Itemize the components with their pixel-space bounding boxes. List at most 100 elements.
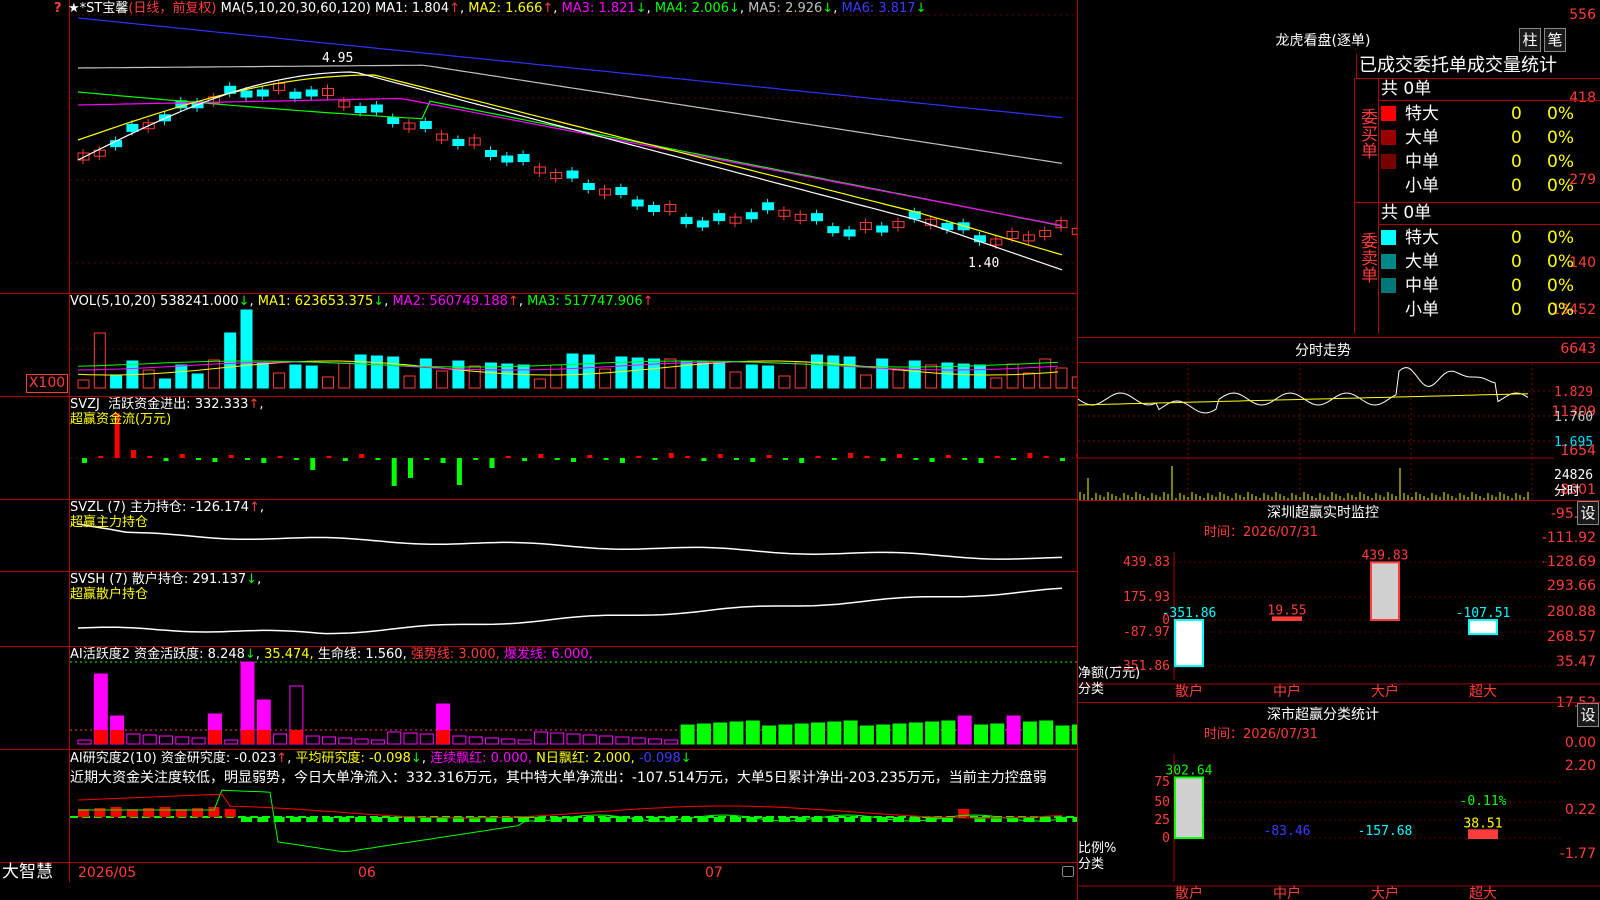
activity-bar xyxy=(811,722,825,745)
activity-bar xyxy=(387,731,402,745)
activity-red-base xyxy=(94,730,108,744)
sell-l-count: 0 xyxy=(1511,252,1522,272)
sell-m-pct: 0% xyxy=(1547,276,1574,296)
volume-bar xyxy=(142,369,155,389)
activity-bar xyxy=(501,738,516,745)
activity-bar xyxy=(159,735,173,745)
dt-sub-line xyxy=(1378,100,1600,101)
buy-xl-count: 0 xyxy=(1511,104,1522,124)
buy-m-swatch xyxy=(1381,154,1396,169)
volume-bar xyxy=(794,361,807,389)
activity-bar xyxy=(533,731,548,745)
sz-monitor-time-label: 时间： xyxy=(1204,525,1244,540)
volume-bar xyxy=(419,358,432,389)
sell-xl-count: 0 xyxy=(1511,228,1522,248)
research-bar xyxy=(355,817,367,822)
research-bar xyxy=(404,817,415,822)
candle-body xyxy=(501,155,514,163)
buy-row-s: 小单 0 0% xyxy=(1381,174,1600,198)
volume-bar xyxy=(876,358,889,389)
intraday-chart[interactable] xyxy=(1078,363,1600,500)
activity-bar xyxy=(485,737,499,745)
volume-bar xyxy=(990,377,1003,389)
life-label: 生命线: xyxy=(317,647,362,662)
activity-bar xyxy=(892,723,907,745)
research-bar xyxy=(860,817,872,822)
ma4-value: 2.006 xyxy=(691,1,729,16)
activity-bar xyxy=(941,720,956,745)
research-bar xyxy=(273,817,285,822)
activity-bar xyxy=(582,734,597,745)
intraday-vol-label: 24826 xyxy=(1554,468,1594,483)
lock-icon[interactable] xyxy=(1062,866,1074,877)
sell-l-swatch xyxy=(1381,254,1396,269)
volume-bar xyxy=(599,368,612,389)
svzj-title: SVZJ xyxy=(70,397,100,412)
chart-bar-中户 xyxy=(1272,837,1302,856)
svzj-bar xyxy=(179,454,185,458)
sz-category-time: 时间：2026/07/31 xyxy=(1204,727,1318,742)
sell-xl-name: 特大 xyxy=(1405,228,1439,248)
dt-v-line2 xyxy=(1378,78,1379,334)
ma2-arrow: ↑ xyxy=(542,1,554,16)
candle-body xyxy=(452,139,465,146)
svzj-bar xyxy=(587,455,593,458)
research-bar xyxy=(730,817,741,822)
svzj-bar xyxy=(815,456,821,458)
research-bar xyxy=(110,807,122,817)
buy-xl-swatch xyxy=(1381,106,1396,121)
volume-bar xyxy=(305,365,318,389)
svzj-bar xyxy=(130,450,136,458)
intraday-bottom-line xyxy=(1078,500,1600,501)
sell-total: 共 0单 xyxy=(1381,203,1432,223)
activity-red-base xyxy=(208,730,222,744)
ai-research-header: AI研究度2(10) 资金研究度: -0.023↑, 平均研究度: -0.098… xyxy=(70,751,692,766)
period-label[interactable]: (日线，前复权) xyxy=(128,1,216,16)
svzj-bar xyxy=(929,458,935,462)
sz-category-xaxis-title: 分类 xyxy=(1078,857,1105,872)
research-value: -0.023 xyxy=(234,751,277,766)
sell-xl-swatch xyxy=(1381,230,1396,245)
svzj-label: 活跃资金进出: xyxy=(108,397,191,412)
sz-monitor-settings[interactable]: 设 xyxy=(1577,501,1599,525)
buy-s-pct: 0% xyxy=(1547,176,1574,196)
svzj-arrow: ↑ xyxy=(248,397,260,412)
activity-bar xyxy=(648,738,662,745)
buy-row-xl: 特大 0 0% xyxy=(1381,102,1600,126)
svzj-bar xyxy=(913,458,919,460)
ai-activity-title: AI活跃度2 xyxy=(70,647,130,662)
tick-mode-button[interactable]: 笔 xyxy=(1544,28,1566,52)
svzl-header: SVZL (7) 主力持仓: -126.174↑, xyxy=(70,500,265,515)
sz-category-settings[interactable]: 设 xyxy=(1577,703,1599,727)
chart-category-label: 中户 xyxy=(1273,885,1301,900)
activity-bar xyxy=(370,739,385,745)
buy-row-l: 大单 0 0% xyxy=(1381,126,1600,150)
y-tick-label: 25 xyxy=(1154,813,1170,828)
vol-header: VOL(5,10,20) 538241.000↓, MA1: 623653.37… xyxy=(70,294,654,309)
svzj-bar xyxy=(978,458,984,463)
stock-name[interactable]: ★*ST宝馨 xyxy=(68,1,128,16)
chart-data-label: -107.51 xyxy=(1456,606,1511,621)
activity-red-base xyxy=(436,730,450,744)
svzl-value: -126.174 xyxy=(190,500,249,515)
buy-total: 共 0单 xyxy=(1381,79,1432,99)
volume-bar xyxy=(517,364,530,389)
candle-body xyxy=(126,123,139,132)
research-bar xyxy=(241,817,252,822)
intraday-svg xyxy=(1078,363,1554,500)
svzj-bar xyxy=(424,458,430,460)
sell-m-count: 0 xyxy=(1511,276,1522,296)
svzj-bar xyxy=(473,458,479,460)
research-bar xyxy=(208,807,220,817)
buy-l-count: 0 xyxy=(1511,128,1522,148)
tabs-label[interactable]: 已成交委托单成交量统计 xyxy=(1356,54,1600,79)
svzj-bar xyxy=(293,458,299,460)
svzj-bar xyxy=(897,454,902,458)
ma3-line xyxy=(77,97,1063,227)
volume-bar xyxy=(843,356,856,389)
svzj-bar xyxy=(326,456,332,458)
svzl-label: 主力持仓: xyxy=(129,500,187,515)
ma5-arrow: ↓ xyxy=(822,1,834,16)
bar-mode-button[interactable]: 柱 xyxy=(1519,28,1541,52)
activity-bar xyxy=(713,722,728,745)
